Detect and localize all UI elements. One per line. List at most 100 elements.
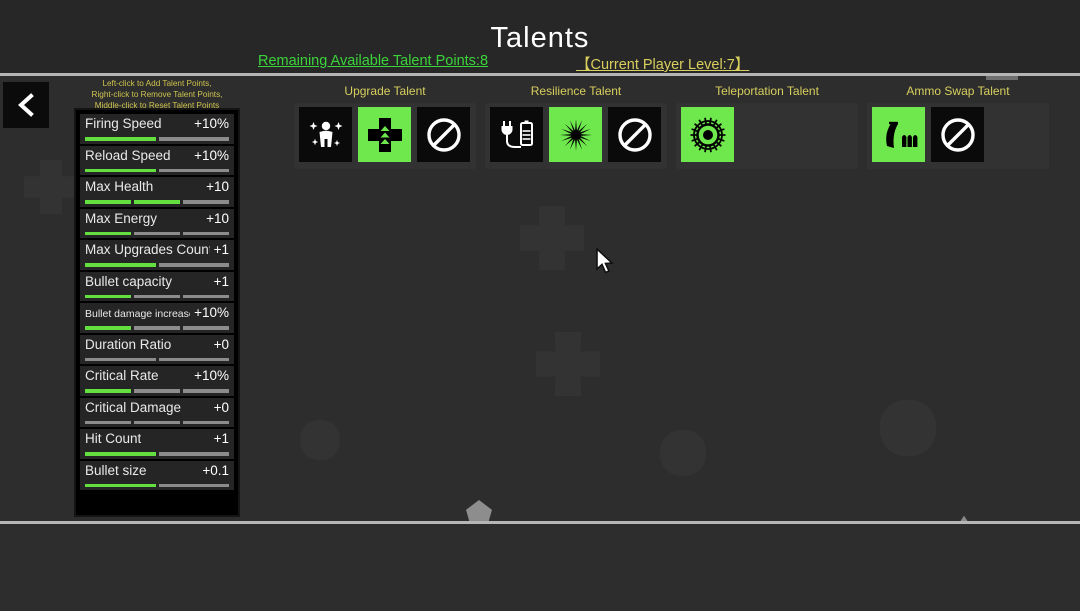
stat-progress-bar <box>85 420 229 424</box>
stat-name: Bullet damage increase <box>85 308 191 320</box>
stat-row[interactable]: Reload Speed +10% <box>80 145 234 175</box>
stat-progress-segment <box>85 420 131 424</box>
stat-value: +0 <box>213 336 229 352</box>
stat-progress-segment <box>183 389 229 393</box>
stat-progress-bar <box>85 263 229 267</box>
stat-progress-segment <box>85 326 131 330</box>
talent-stat-list: Firing Speed +10% Reload Speed +10% Max Heal… <box>74 108 240 517</box>
stat-progress-segment <box>134 420 180 424</box>
talent-slot-container <box>485 103 667 169</box>
stat-value: +1 <box>213 431 229 446</box>
bg-blob-shape <box>660 430 706 476</box>
talent-group: Upgrade Talent <box>294 84 476 169</box>
stat-name: Reload Speed <box>85 147 171 163</box>
stat-name: Bullet capacity <box>85 273 173 289</box>
stat-row[interactable]: Bullet damage increase +10% <box>80 303 234 333</box>
sparkle-person-icon <box>306 115 346 155</box>
stat-progress-segment <box>158 452 229 456</box>
stat-row[interactable]: Hit Count +1 <box>80 429 234 459</box>
stat-value: +1 <box>213 242 229 257</box>
stat-progress-segment <box>85 137 156 141</box>
stat-value: +1 <box>213 273 229 289</box>
stat-progress-segment <box>183 420 229 424</box>
stat-row[interactable]: Critical Damage +0 <box>80 397 234 427</box>
stat-name: Max Energy <box>85 210 158 226</box>
talent-slot-empty <box>740 107 793 162</box>
hint-line-1: Left-click to Add Talent Points, <box>102 79 212 88</box>
page-title: Talents <box>490 22 590 54</box>
forbidden-icon <box>424 115 464 155</box>
stat-progress-segment <box>134 389 180 393</box>
talent-slot[interactable] <box>549 107 602 162</box>
battery-charge-icon <box>497 115 537 155</box>
starburst-icon <box>556 115 596 155</box>
stat-row[interactable]: Firing Speed +10% <box>80 114 234 144</box>
stat-value: +10% <box>194 305 229 320</box>
stat-name: Firing Speed <box>85 116 162 131</box>
forbidden-icon <box>615 115 655 155</box>
stat-row[interactable]: Max Upgrades Count +1 <box>80 240 234 270</box>
talent-slot-container <box>294 103 476 169</box>
chevron-left-icon <box>16 93 36 117</box>
talent-slot[interactable] <box>490 107 543 162</box>
stat-name: Max Health <box>85 179 154 194</box>
stat-progress-segment <box>85 294 131 298</box>
talent-group: Resilience Talent <box>485 84 667 169</box>
bg-x-shape <box>520 206 584 270</box>
stat-value: +10% <box>194 368 229 383</box>
stat-progress-segment <box>85 357 156 361</box>
stat-row[interactable]: Max Energy +10 <box>80 208 234 238</box>
stat-name: Duration Ratio <box>85 336 172 352</box>
stat-progress-bar <box>85 200 229 204</box>
talent-group-title: Ammo Swap Talent <box>906 84 1010 98</box>
stat-progress-segment <box>85 168 156 172</box>
stat-progress-segment <box>85 452 156 456</box>
portal-ring-icon <box>688 115 728 155</box>
talent-slot[interactable] <box>931 107 984 162</box>
talent-group-title: Teleportation Talent <box>715 84 819 98</box>
stat-progress-segment <box>158 263 229 267</box>
current-player-level: 【Current Player Level:7】 <box>576 57 750 73</box>
stat-progress-segment <box>158 483 229 487</box>
talent-group-title: Upgrade Talent <box>344 84 426 98</box>
stat-progress-segment <box>134 231 180 235</box>
talent-slot[interactable] <box>608 107 661 162</box>
stat-progress-segment <box>134 326 180 330</box>
stat-progress-segment <box>85 483 156 487</box>
talent-group: Ammo Swap Talent <box>867 84 1049 169</box>
stat-value: +0.1 <box>202 462 229 478</box>
stat-row[interactable]: Critical Rate +10% <box>80 366 234 396</box>
bg-blob-shape <box>880 400 936 456</box>
remaining-talent-points: Remaining Available Talent Points:8 <box>258 53 489 69</box>
talent-slot[interactable] <box>681 107 734 162</box>
game-screen: ✷✳ ✳ Talents Remaining Available Talent … <box>0 0 1080 611</box>
ammo-magazine-icon <box>879 115 919 155</box>
stat-progress-bar <box>85 357 229 361</box>
talent-slot[interactable] <box>358 107 411 162</box>
talent-slot[interactable] <box>299 107 352 162</box>
stat-row[interactable]: Duration Ratio +0 <box>80 334 234 364</box>
talent-slot-container <box>676 103 858 169</box>
talent-slot[interactable] <box>417 107 470 162</box>
stat-progress-bar <box>85 294 229 298</box>
stat-name: Bullet size <box>85 462 147 478</box>
talent-slot[interactable] <box>872 107 925 162</box>
stat-value: +10 <box>206 210 229 226</box>
stat-progress-segment <box>85 263 156 267</box>
stat-value: +0 <box>213 399 229 415</box>
stat-row[interactable]: Bullet size +0.1 <box>80 460 234 490</box>
stat-value: +10% <box>194 147 229 163</box>
stat-progress-segment <box>158 168 229 172</box>
stat-progress-segment <box>158 357 229 361</box>
hint-line-2: Right-click to Remove Talent Points, <box>91 89 223 99</box>
stat-progress-bar <box>85 389 229 393</box>
back-button[interactable] <box>3 82 49 128</box>
talent-point-hints: Left-click to Add Talent Points, Right-c… <box>74 79 240 111</box>
stat-progress-segment <box>183 200 229 204</box>
stat-progress-segment <box>134 200 180 204</box>
stat-progress-segment <box>85 200 131 204</box>
stat-value: +10 <box>206 179 229 194</box>
talent-slot-container <box>867 103 1049 169</box>
stat-row[interactable]: Max Health +10 <box>80 177 234 207</box>
stat-row[interactable]: Bullet capacity +1 <box>80 271 234 301</box>
